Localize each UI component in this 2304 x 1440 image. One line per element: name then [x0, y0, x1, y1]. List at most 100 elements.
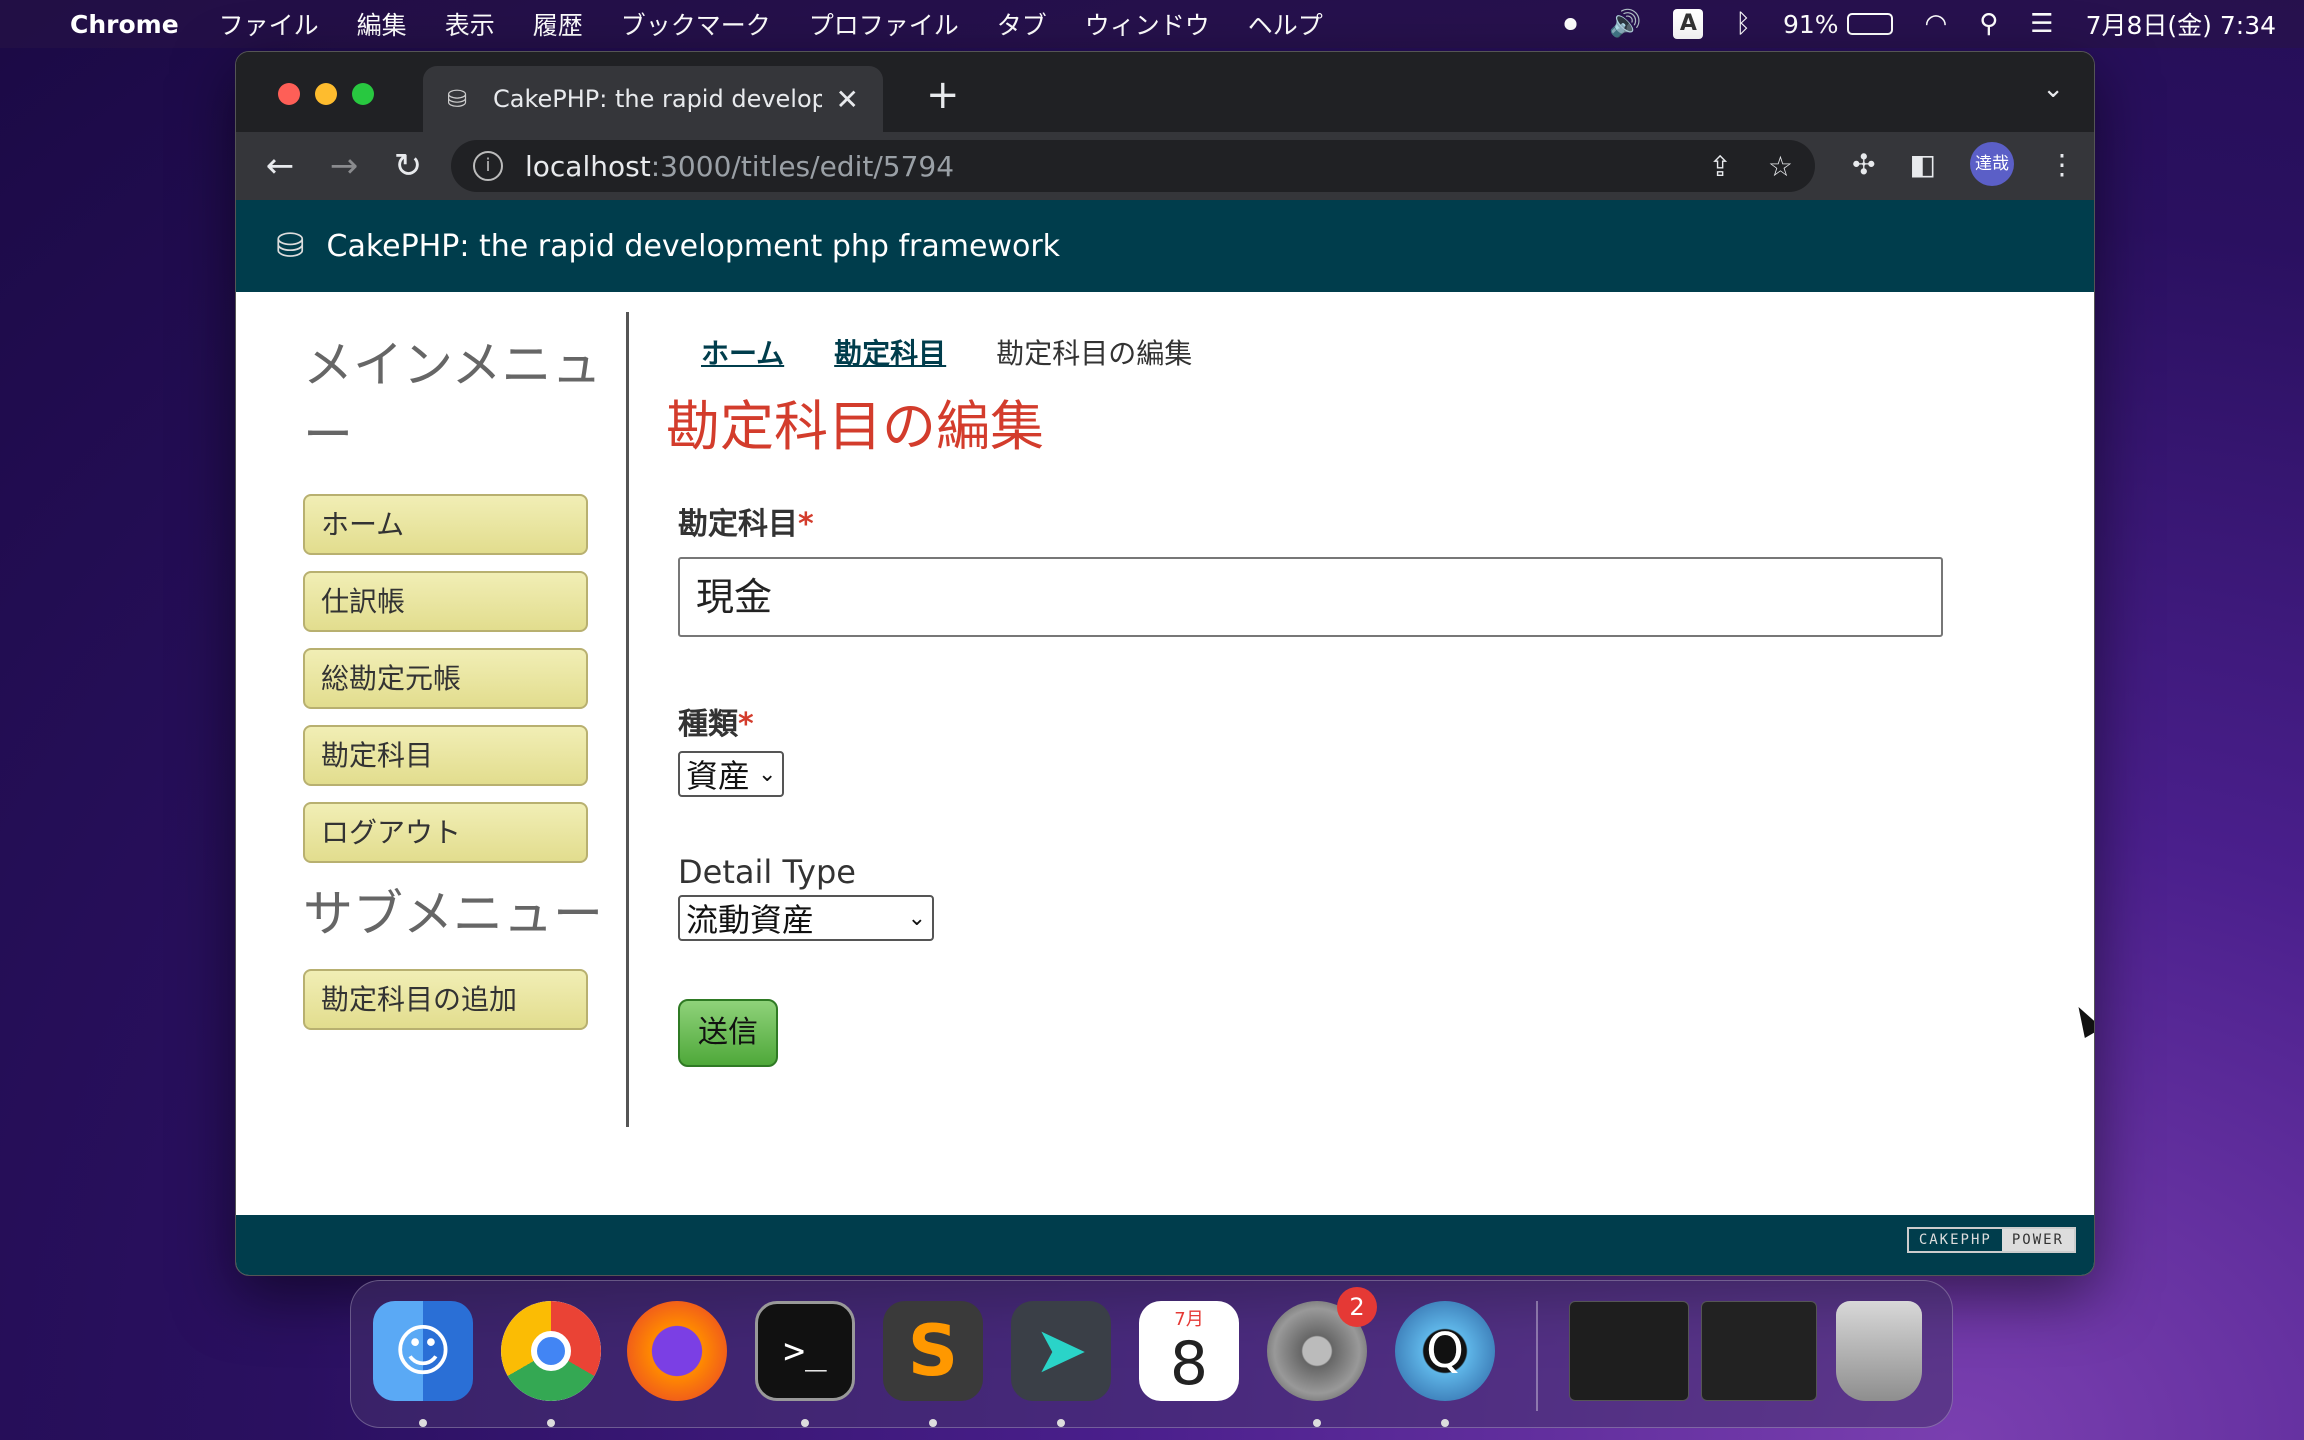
forward-arrow-icon[interactable]: →: [312, 146, 376, 186]
minimized-window-thumbnail[interactable]: [1701, 1301, 1817, 1401]
screen-record-icon[interactable]: ⏺: [1564, 9, 1577, 40]
chrome-menu-kebab-icon[interactable]: ⋮: [2048, 148, 2076, 181]
type-select-value: 資産: [686, 757, 751, 795]
running-indicator: [1313, 1419, 1321, 1427]
menubar-clock[interactable]: 7月8日(金) 7:34: [2086, 6, 2276, 42]
share-icon[interactable]: ⇪: [1708, 150, 1731, 183]
chevron-down-icon: ⌄: [907, 905, 926, 931]
back-arrow-icon[interactable]: ←: [248, 146, 312, 186]
minimize-window-button[interactable]: [315, 83, 337, 105]
url-host: localhost: [525, 149, 651, 183]
reload-icon[interactable]: ↻: [376, 146, 440, 186]
bookmark-star-icon[interactable]: ☆: [1768, 150, 1793, 183]
detail-type-label: Detail Type: [678, 853, 856, 891]
notification-badge: 2: [1337, 1287, 1377, 1327]
mouse-cursor-icon: [2069, 1002, 2094, 1038]
breadcrumb-home-link[interactable]: ホーム: [701, 332, 784, 372]
main-menu-title: メインメニュー: [303, 336, 602, 464]
breadcrumb-accounts-link[interactable]: 勘定科目: [834, 332, 946, 372]
running-indicator: [929, 1419, 937, 1427]
browser-toolbar: ← → ↻ i localhost:3000/titles/edit/5794 …: [236, 132, 2094, 200]
tab-search-chevron-icon[interactable]: ⌄: [2042, 74, 2064, 104]
menu-file[interactable]: ファイル: [219, 6, 319, 42]
running-indicator: [1057, 1419, 1065, 1427]
quicktime-icon[interactable]: Q: [1395, 1301, 1495, 1401]
battery-percent: 91%: [1782, 9, 1839, 39]
menu-edit[interactable]: 編集: [357, 6, 407, 42]
site-header-title: CakePHP: the rapid development php frame…: [326, 228, 1061, 264]
tab-strip: ⛁ CakePHP: the rapid developme ✕ + ⌄: [236, 52, 2094, 132]
power-badge-left: CAKEPHP: [1908, 1229, 2002, 1251]
menu-profile[interactable]: プロファイル: [809, 6, 959, 42]
spotlight-search-icon[interactable]: ⚲: [1979, 9, 1998, 39]
macos-menu-bar: Chrome ファイル 編集 表示 履歴 ブックマーク プロファイル タブ ウィ…: [0, 0, 2304, 48]
power-badge-right: POWER: [2001, 1229, 2074, 1251]
web-page: ⛁ CakePHP: the rapid development php fra…: [236, 200, 2094, 1275]
menu-help[interactable]: ヘルプ: [1248, 6, 1323, 42]
site-header: ⛁ CakePHP: the rapid development php fra…: [236, 200, 2094, 292]
sidebar-item-accounts[interactable]: 勘定科目: [303, 725, 588, 786]
minimized-window-thumbnail[interactable]: [1569, 1301, 1689, 1401]
control-center-icon[interactable]: ☰: [2030, 9, 2053, 39]
battery-status[interactable]: 91%: [1783, 10, 1893, 39]
fullscreen-window-button[interactable]: [352, 83, 374, 105]
menu-history[interactable]: 履歴: [533, 6, 583, 42]
app-menu-chrome[interactable]: Chrome: [70, 10, 179, 39]
dock-separator: [1536, 1301, 1538, 1411]
sidebar-item-home[interactable]: ホーム: [303, 494, 588, 555]
address-bar[interactable]: i localhost:3000/titles/edit/5794 ⇪ ☆: [451, 140, 1815, 192]
firefox-icon[interactable]: [627, 1301, 727, 1401]
cursor-app-icon[interactable]: ➤: [1011, 1301, 1111, 1401]
menu-bookmarks[interactable]: ブックマーク: [621, 6, 771, 42]
main-content: ホーム 勘定科目 勘定科目の編集 勘定科目の編集 勘定科目* 現金 種類* 資産…: [666, 312, 2066, 1067]
close-window-button[interactable]: [278, 83, 300, 105]
bluetooth-icon[interactable]: ᛒ: [1735, 9, 1751, 39]
sidebar-item-add-account[interactable]: 勘定科目の追加: [303, 969, 588, 1030]
tab-active[interactable]: ⛁ CakePHP: the rapid developme ✕: [423, 66, 883, 132]
side-panel-icon[interactable]: ◧: [1910, 148, 1936, 181]
main-menu: ホーム 仕訳帳 総勘定元帳 勘定科目 ログアウト: [303, 494, 626, 863]
finder-icon[interactable]: ☺: [373, 1301, 473, 1401]
detail-type-select[interactable]: 流動資産 ⌄: [678, 895, 934, 941]
chevron-down-icon: ⌄: [758, 761, 777, 787]
cakephp-power-badge[interactable]: CAKEPHP POWER: [1906, 1227, 2076, 1253]
sidebar-item-journal[interactable]: 仕訳帳: [303, 571, 588, 632]
sidebar-item-logout[interactable]: ログアウト: [303, 802, 588, 863]
account-name-label-text: 勘定科目: [678, 507, 798, 542]
running-indicator: [1441, 1419, 1449, 1427]
volume-icon[interactable]: 🔊: [1609, 9, 1641, 39]
battery-icon: [1846, 13, 1893, 35]
chrome-window: ⛁ CakePHP: the rapid developme ✕ + ⌄ ← →…: [235, 51, 2095, 1276]
trash-icon[interactable]: [1836, 1301, 1922, 1401]
new-tab-icon[interactable]: +: [926, 72, 960, 118]
tab-title: CakePHP: the rapid developme: [493, 85, 822, 113]
site-footer: CAKEPHP POWER: [236, 1215, 2094, 1275]
menu-tab[interactable]: タブ: [997, 6, 1047, 42]
type-select[interactable]: 資産 ⌄: [678, 751, 785, 797]
system-settings-icon[interactable]: 2: [1267, 1287, 1377, 1401]
sidebar-item-general-ledger[interactable]: 総勘定元帳: [303, 648, 588, 709]
tab-close-icon[interactable]: ✕: [836, 83, 859, 116]
cakephp-favicon-icon: ⛁: [447, 85, 468, 113]
extensions-puzzle-icon[interactable]: ✣: [1852, 148, 1875, 181]
account-name-input[interactable]: 現金: [678, 557, 1943, 637]
chrome-icon[interactable]: [501, 1301, 601, 1401]
calendar-icon[interactable]: 7月 8: [1139, 1301, 1239, 1401]
menu-view[interactable]: 表示: [445, 6, 495, 42]
detail-type-select-value: 流動資産: [686, 901, 815, 939]
page-title: 勘定科目の編集: [666, 395, 1044, 458]
input-source-icon[interactable]: A: [1673, 9, 1704, 39]
running-indicator: [419, 1419, 427, 1427]
sidebar: メインメニュー ホーム 仕訳帳 総勘定元帳 勘定科目 ログアウト サブメニュー …: [236, 312, 629, 1127]
site-info-icon[interactable]: i: [473, 151, 503, 181]
profile-avatar[interactable]: 達哉: [1970, 142, 2014, 186]
terminal-icon[interactable]: >_: [755, 1301, 855, 1401]
calendar-day: 8: [1169, 1329, 1209, 1399]
wifi-icon[interactable]: ◠: [1925, 9, 1948, 39]
account-name-label: 勘定科目*: [678, 499, 2066, 543]
sublime-text-icon[interactable]: S: [883, 1301, 983, 1401]
menu-window[interactable]: ウィンドウ: [1085, 6, 1210, 42]
running-indicator: [801, 1419, 809, 1427]
submit-button[interactable]: 送信: [678, 999, 778, 1067]
breadcrumb-current: 勘定科目の編集: [996, 337, 1193, 370]
